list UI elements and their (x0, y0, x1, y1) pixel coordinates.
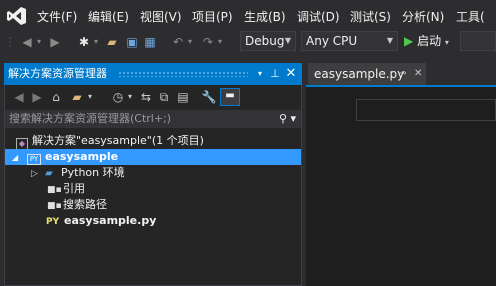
project-label: easysample (45, 150, 119, 163)
solution-configuration-select[interactable]: Debug ▼ (240, 31, 296, 51)
chevron-down-icon: ▼ (284, 36, 291, 45)
python-project-icon: PY (27, 154, 41, 165)
start-debugging-button[interactable]: ▶ 启动 ▾ (404, 32, 458, 50)
redo-icon[interactable]: ↷ (200, 33, 216, 51)
undo-icon[interactable]: ↶ (170, 33, 186, 51)
pin-icon[interactable]: ⊸ (398, 63, 406, 85)
chevron-down-icon: ▼ (386, 36, 393, 45)
undo-dropdown-icon[interactable]: ▾ (186, 33, 194, 51)
redo-dropdown-icon[interactable]: ▾ (216, 33, 224, 51)
navigation-bar-select[interactable] (356, 99, 496, 121)
back-dropdown-icon[interactable]: ▾ (35, 33, 43, 51)
solution-node[interactable]: ◆ 解决方案"easysample"(1 个项目) (5, 133, 301, 150)
show-all-files-icon[interactable]: ▤ (175, 88, 191, 106)
platform-value: Any CPU (306, 34, 358, 48)
toolbar-grip-icon: ⋮ (4, 35, 16, 49)
open-file-icon[interactable]: ▰ (104, 33, 120, 51)
title-grip (118, 71, 248, 77)
pending-changes-icon[interactable]: ◷ (110, 88, 126, 106)
forward-icon[interactable]: ▶ (48, 33, 62, 51)
toolbar-overflow-select[interactable] (460, 31, 496, 51)
menu-build[interactable]: 生成(B) (244, 8, 286, 25)
menu-project[interactable]: 项目(P) (192, 8, 233, 25)
properties-wrench-icon[interactable]: 🔧 (201, 88, 217, 106)
reference-icon: ■▪ (47, 185, 62, 195)
tree-item-label: easysample.py (64, 214, 157, 227)
python-file-icon: PY (46, 217, 60, 227)
new-project-icon[interactable]: ✱ (76, 33, 92, 51)
visual-studio-logo-icon (7, 7, 26, 25)
save-all-icon[interactable]: ▦ (142, 33, 158, 51)
save-icon[interactable]: ▣ (124, 33, 140, 51)
menu-analyze[interactable]: 分析(N) (402, 8, 444, 25)
project-node[interactable]: ◢ PY easysample (5, 149, 301, 165)
home-icon[interactable]: ⌂ (48, 88, 64, 106)
forward-icon[interactable]: ▶ (30, 88, 44, 106)
tree-item-label: Python 环境 (61, 166, 125, 179)
solution-label: 解决方案"easysample"(1 个项目) (32, 134, 204, 147)
tab-easysample-py[interactable]: easysample.py ⊸ ✕ (308, 63, 426, 85)
tree-item-py-file[interactable]: PY easysample.py (5, 213, 301, 229)
python-env-icon: ▰ (45, 168, 53, 179)
new-dropdown-icon[interactable]: ▾ (92, 33, 100, 51)
menu-file[interactable]: 文件(F) (37, 8, 77, 25)
tree-item-references[interactable]: ■▪引用 (5, 181, 301, 197)
sync-dropdown-icon[interactable]: ▾ (86, 88, 94, 106)
play-icon: ▶ (404, 34, 414, 48)
menu-edit[interactable]: 编辑(E) (88, 8, 129, 25)
pin-icon[interactable]: ⊥ (268, 63, 282, 85)
collapse-all-icon[interactable]: ⧉ (156, 88, 172, 106)
pending-dropdown-icon[interactable]: ▾ (126, 88, 134, 106)
back-icon[interactable]: ◀ (20, 33, 34, 51)
search-icon[interactable]: ⚲ ▾ (279, 110, 299, 128)
close-icon[interactable]: ✕ (414, 63, 422, 85)
solution-search-input[interactable]: 搜索解决方案资源管理器(Ctrl+;) (5, 110, 301, 128)
solution-platform-select[interactable]: Any CPU ▼ (301, 31, 398, 51)
start-label: 启动 (417, 34, 442, 48)
tree-item-label: 引用 (63, 182, 85, 195)
menu-debug[interactable]: 调试(D) (297, 8, 340, 25)
configuration-value: Debug (245, 34, 285, 48)
refresh-icon[interactable]: ⇆ (138, 88, 154, 106)
start-dropdown-icon: ▾ (444, 38, 449, 47)
tab-label: easysample.py (314, 67, 405, 81)
preview-selected-items-icon[interactable]: ▬ (220, 88, 240, 106)
expand-arrow-icon[interactable]: ▷ (31, 166, 41, 182)
back-icon[interactable]: ◀ (12, 88, 26, 106)
sync-with-active-document-icon[interactable]: ▰ (68, 88, 86, 106)
search-path-icon: ■▪ (47, 201, 62, 211)
menu-view[interactable]: 视图(V) (140, 8, 182, 25)
tree-item-search-paths[interactable]: ■▪搜索路径 (5, 197, 301, 213)
tree-item-python-env[interactable]: ▷ ▰ Python 环境 (5, 165, 301, 181)
menu-tools[interactable]: 工具( (456, 8, 485, 25)
close-icon[interactable]: ✕ (284, 63, 298, 85)
window-menu-icon[interactable]: ▾ (253, 63, 267, 85)
menu-test[interactable]: 测试(S) (350, 8, 391, 25)
tree-item-label: 搜索路径 (63, 198, 107, 211)
collapse-arrow-icon[interactable]: ◢ (12, 150, 22, 166)
